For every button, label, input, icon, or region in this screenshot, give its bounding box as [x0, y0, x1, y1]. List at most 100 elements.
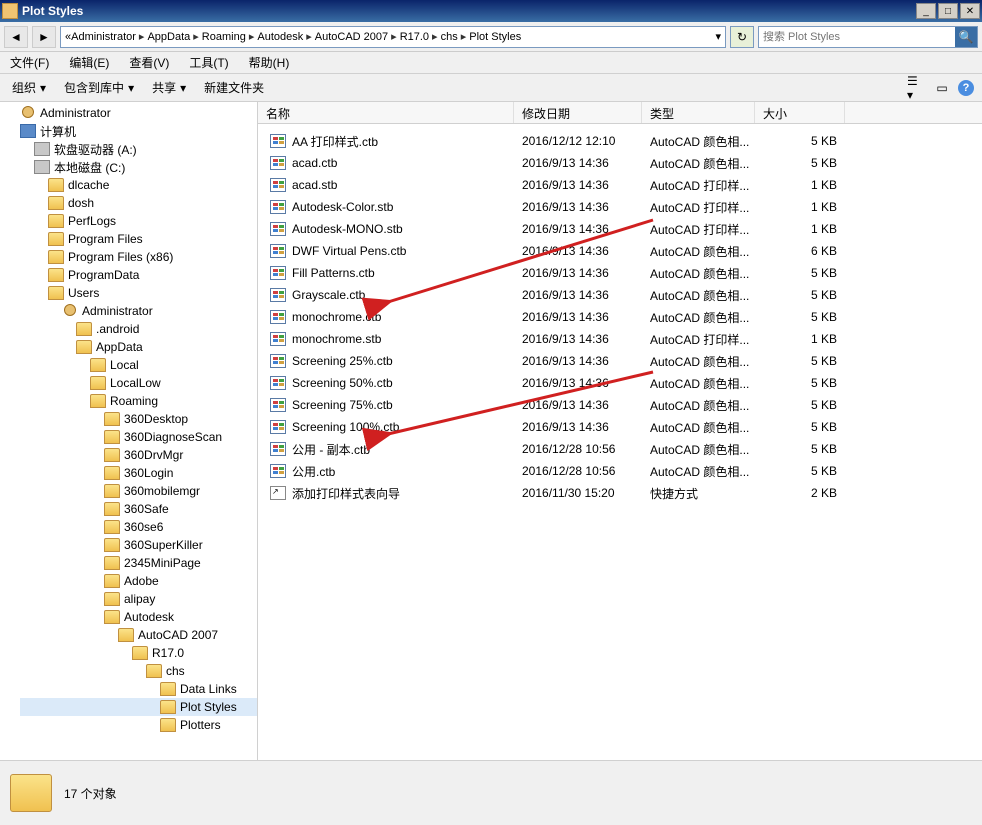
tree-item[interactable]: AutoCAD 2007 — [20, 626, 257, 644]
tree-item[interactable]: Administrator — [20, 104, 257, 122]
tree-item[interactable]: Local — [20, 356, 257, 374]
tree-item[interactable]: R17.0 — [20, 644, 257, 662]
breadcrumb-segment[interactable]: Roaming — [202, 31, 246, 43]
menu-item[interactable]: 帮助(H) — [245, 52, 294, 73]
tree-item-label: Administrator — [40, 106, 111, 120]
file-row[interactable]: AA 打印样式.ctb2016/12/12 12:10AutoCAD 颜色相..… — [258, 130, 982, 152]
organize-button[interactable]: 组织 ▾ — [8, 77, 50, 98]
breadcrumb-segment[interactable]: Autodesk — [257, 31, 303, 43]
tree-item[interactable]: ProgramData — [20, 266, 257, 284]
tree-item[interactable]: chs — [20, 662, 257, 680]
forward-button[interactable]: ► — [32, 26, 56, 48]
folder-icon — [104, 610, 120, 624]
folder-icon — [90, 376, 106, 390]
back-button[interactable]: ◄ — [4, 26, 28, 48]
tree-panel[interactable]: Administrator 计算机软盘驱动器 (A:)本地磁盘 (C:)dlcac… — [0, 102, 258, 760]
breadcrumb-segment[interactable]: Plot Styles — [469, 31, 521, 43]
titlebar[interactable]: Plot Styles _ □ ✕ — [0, 0, 982, 22]
tree-item-label: 2345MiniPage — [124, 556, 201, 570]
tree-item[interactable]: 360Safe — [20, 500, 257, 518]
tree-item[interactable]: Plotters — [20, 716, 257, 734]
file-size: 5 KB — [755, 464, 845, 478]
file-name: DWF Virtual Pens.ctb — [292, 244, 406, 258]
menu-item[interactable]: 工具(T) — [185, 52, 232, 73]
share-button[interactable]: 共享 ▾ — [148, 77, 190, 98]
include-library-button[interactable]: 包含到库中 ▾ — [60, 77, 138, 98]
breadcrumb-segment[interactable]: AppData — [147, 31, 190, 43]
help-icon[interactable]: ? — [958, 80, 974, 96]
breadcrumb-segment[interactable]: AutoCAD 2007 — [315, 31, 388, 43]
folder-icon — [132, 646, 148, 660]
breadcrumb-segment[interactable]: chs — [441, 31, 458, 43]
file-row[interactable]: Grayscale.ctb2016/9/13 14:36AutoCAD 颜色相.… — [258, 284, 982, 306]
file-row[interactable]: Autodesk-Color.stb2016/9/13 14:36AutoCAD… — [258, 196, 982, 218]
tree-item[interactable]: Data Links — [20, 680, 257, 698]
menu-item[interactable]: 文件(F) — [6, 52, 53, 73]
tree-item[interactable]: Users — [20, 284, 257, 302]
file-name: monochrome.stb — [292, 332, 381, 346]
tree-item[interactable]: 360mobilemgr — [20, 482, 257, 500]
file-row[interactable]: DWF Virtual Pens.ctb2016/9/13 14:36AutoC… — [258, 240, 982, 262]
tree-item[interactable]: dlcache — [20, 176, 257, 194]
tree-item[interactable]: 360Login — [20, 464, 257, 482]
tree-item[interactable]: 本地磁盘 (C:) — [20, 158, 257, 176]
breadcrumb-segment[interactable]: Administrator — [71, 31, 136, 43]
tree-item[interactable]: dosh — [20, 194, 257, 212]
file-row[interactable]: acad.ctb2016/9/13 14:36AutoCAD 颜色相...5 K… — [258, 152, 982, 174]
tree-item[interactable]: Adobe — [20, 572, 257, 590]
file-row[interactable]: Fill Patterns.ctb2016/9/13 14:36AutoCAD … — [258, 262, 982, 284]
file-row[interactable]: 公用.ctb2016/12/28 10:56AutoCAD 颜色相...5 KB — [258, 460, 982, 482]
search-button[interactable]: 🔍 — [955, 27, 977, 47]
file-row[interactable]: Autodesk-MONO.stb2016/9/13 14:36AutoCAD … — [258, 218, 982, 240]
column-name[interactable]: 名称 — [258, 102, 514, 123]
tree-item[interactable]: 360Desktop — [20, 410, 257, 428]
column-date[interactable]: 修改日期 — [514, 102, 642, 123]
file-row[interactable]: Screening 100%.ctb2016/9/13 14:36AutoCAD… — [258, 416, 982, 438]
menu-item[interactable]: 编辑(E) — [65, 52, 113, 73]
tree-item[interactable]: Plot Styles — [20, 698, 257, 716]
column-size[interactable]: 大小 — [755, 102, 845, 123]
minimize-button[interactable]: _ — [916, 3, 936, 19]
tree-item[interactable]: Roaming — [20, 392, 257, 410]
tree-item[interactable]: 软盘驱动器 (A:) — [20, 140, 257, 158]
maximize-button[interactable]: □ — [938, 3, 958, 19]
file-row[interactable]: Screening 25%.ctb2016/9/13 14:36AutoCAD … — [258, 350, 982, 372]
tree-item[interactable]: Program Files — [20, 230, 257, 248]
file-row[interactable]: Screening 75%.ctb2016/9/13 14:36AutoCAD … — [258, 394, 982, 416]
tree-item[interactable]: PerfLogs — [20, 212, 257, 230]
file-row[interactable]: monochrome.ctb2016/9/13 14:36AutoCAD 颜色相… — [258, 306, 982, 328]
file-row[interactable]: Screening 50%.ctb2016/9/13 14:36AutoCAD … — [258, 372, 982, 394]
tree-item[interactable]: 360DrvMgr — [20, 446, 257, 464]
file-size: 5 KB — [755, 156, 845, 170]
file-row[interactable]: 公用 - 副本.ctb2016/12/28 10:56AutoCAD 颜色相..… — [258, 438, 982, 460]
file-row[interactable]: monochrome.stb2016/9/13 14:36AutoCAD 打印样… — [258, 328, 982, 350]
file-row[interactable]: acad.stb2016/9/13 14:36AutoCAD 打印样...1 K… — [258, 174, 982, 196]
tree-item[interactable]: alipay — [20, 590, 257, 608]
new-folder-button[interactable]: 新建文件夹 — [200, 77, 268, 98]
menu-item[interactable]: 查看(V) — [125, 52, 173, 73]
tree-item[interactable]: .android — [20, 320, 257, 338]
folder-icon — [48, 232, 64, 246]
folder-icon — [104, 484, 120, 498]
search-input[interactable] — [759, 31, 955, 43]
tree-item[interactable]: 2345MiniPage — [20, 554, 257, 572]
tree-item-label: alipay — [124, 592, 155, 606]
file-row[interactable]: 添加打印样式表向导2016/11/30 15:20快捷方式2 KB — [258, 482, 982, 504]
refresh-button[interactable]: ↻ — [730, 26, 754, 48]
tree-item[interactable]: Administrator — [20, 302, 257, 320]
view-options-icon[interactable]: ☰ ▾ — [906, 79, 926, 97]
tree-item[interactable]: 360se6 — [20, 518, 257, 536]
tree-item[interactable]: 360SuperKiller — [20, 536, 257, 554]
breadcrumb-segment[interactable]: R17.0 — [400, 31, 429, 43]
tree-item[interactable]: 计算机 — [20, 122, 257, 140]
tree-item[interactable]: Program Files (x86) — [20, 248, 257, 266]
file-name: AA 打印样式.ctb — [292, 133, 378, 150]
column-type[interactable]: 类型 — [642, 102, 755, 123]
tree-item[interactable]: LocalLow — [20, 374, 257, 392]
tree-item[interactable]: AppData — [20, 338, 257, 356]
tree-item[interactable]: Autodesk — [20, 608, 257, 626]
tree-item[interactable]: 360DiagnoseScan — [20, 428, 257, 446]
preview-pane-icon[interactable]: ▭ — [932, 79, 952, 97]
close-button[interactable]: ✕ — [960, 3, 980, 19]
breadcrumb[interactable]: « Administrator▸AppData▸Roaming▸Autodesk… — [60, 26, 726, 48]
